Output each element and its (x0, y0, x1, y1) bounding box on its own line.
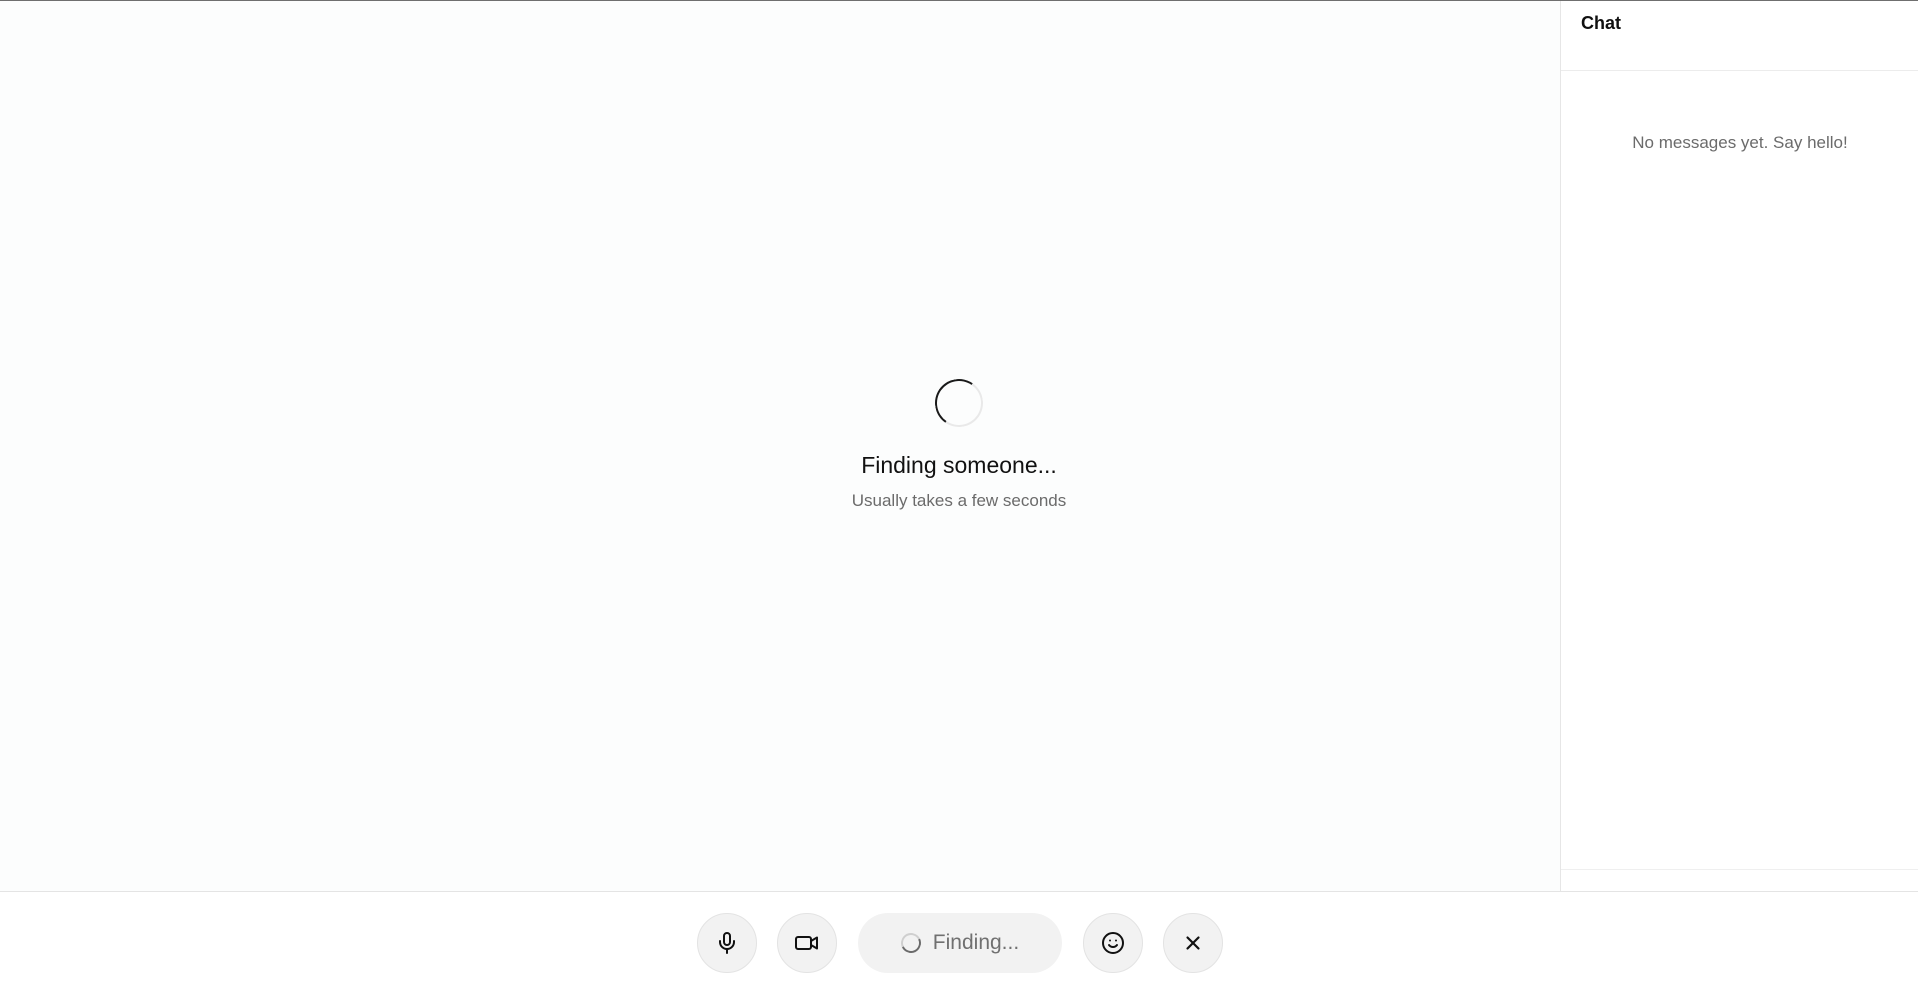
mic-button[interactable] (697, 913, 757, 973)
microphone-icon (719, 932, 735, 954)
call-toolbar: Finding... (0, 891, 1918, 987)
emoji-button[interactable] (1083, 913, 1143, 973)
app-window: Finding someone... Usually takes a few s… (0, 0, 1918, 987)
smiley-icon (1102, 932, 1124, 954)
chat-composer[interactable] (1561, 869, 1918, 891)
video-stage (0, 1, 1560, 891)
close-icon (1186, 936, 1200, 950)
chat-title: Chat (1581, 13, 1621, 33)
end-call-button[interactable] (1163, 913, 1223, 973)
video-camera-icon (795, 936, 818, 950)
chat-header: Chat (1561, 1, 1918, 71)
camera-button[interactable] (777, 913, 837, 973)
chat-panel: Chat No messages yet. Say hello! (1560, 1, 1918, 891)
finding-label: Finding... (932, 931, 1020, 954)
finding-button[interactable]: Finding... (858, 913, 1062, 973)
chat-empty-message: No messages yet. Say hello! (1632, 133, 1848, 152)
loading-spinner-icon (897, 930, 924, 956)
